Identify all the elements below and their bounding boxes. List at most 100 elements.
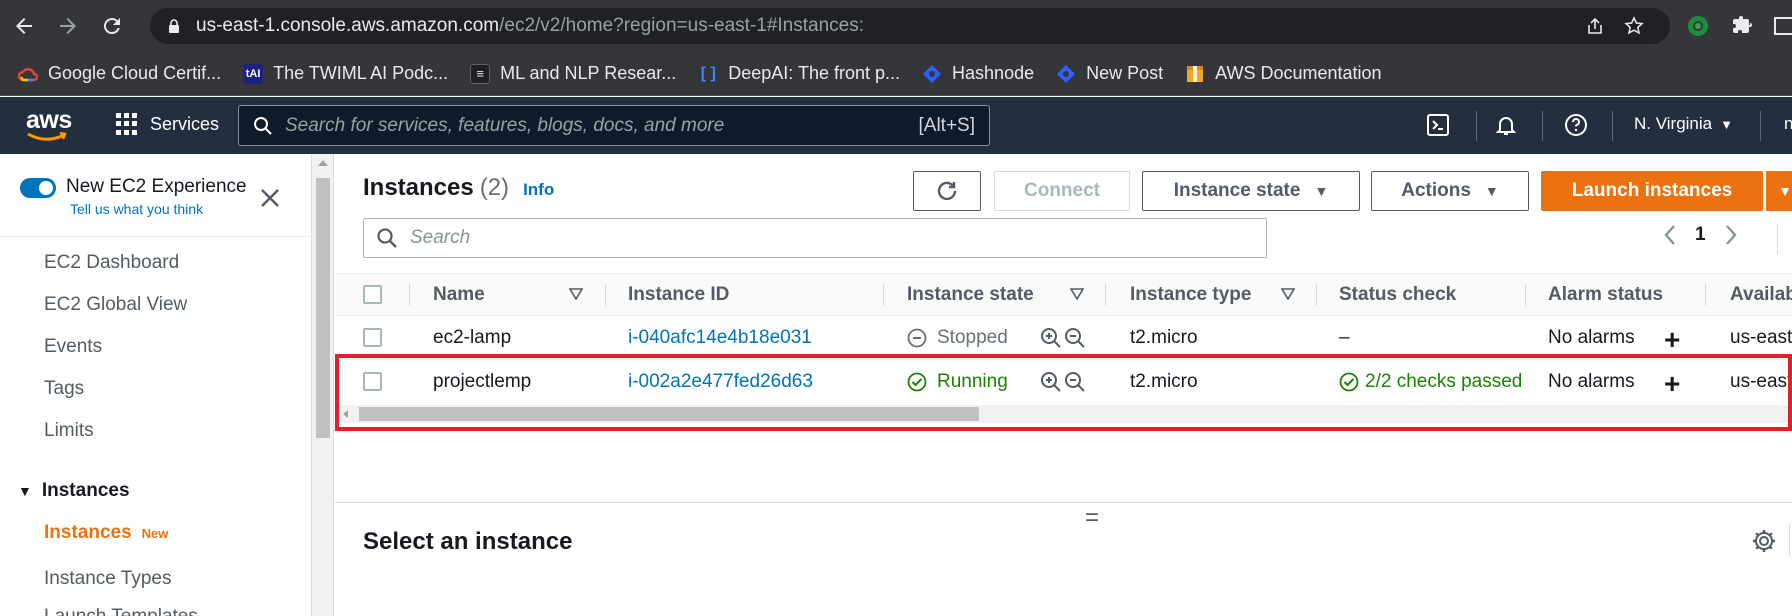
refresh-button[interactable] bbox=[913, 171, 981, 211]
column-header-instance-state[interactable]: Instance state bbox=[907, 284, 1034, 306]
region-selector[interactable]: N. Virginia ▼ bbox=[1634, 114, 1733, 134]
bookmark-label: New Post bbox=[1086, 63, 1164, 83]
search-placeholder: Search bbox=[410, 227, 471, 248]
sidebar-section-instances[interactable]: ▼ Instances bbox=[18, 480, 130, 502]
cloudshell-icon[interactable] bbox=[1424, 111, 1452, 139]
button-label: Actions bbox=[1401, 180, 1471, 201]
aws-docs-icon bbox=[1185, 64, 1205, 84]
bookmark-label: Google Cloud Certif... bbox=[48, 63, 222, 83]
column-header-status-check[interactable]: Status check bbox=[1339, 284, 1456, 306]
resize-handle[interactable]: = bbox=[1085, 506, 1099, 530]
services-menu[interactable]: Services bbox=[116, 113, 219, 135]
gear-icon[interactable] bbox=[1751, 528, 1777, 554]
feedback-link[interactable]: Tell us what you think bbox=[70, 201, 247, 217]
new-experience-toggle[interactable] bbox=[20, 178, 56, 198]
aws-logo-text: aws bbox=[26, 105, 72, 134]
sidebar-scrollbar[interactable] bbox=[312, 154, 334, 616]
bookmark-ml-nlp[interactable]: ≡ ML and NLP Resear... bbox=[470, 63, 676, 84]
pagination: 1 bbox=[1663, 224, 1738, 246]
sidebar-item-ec2-dashboard[interactable]: EC2 Dashboard bbox=[44, 252, 179, 274]
bell-icon[interactable] bbox=[1492, 111, 1520, 139]
ml-nlp-icon: ≡ bbox=[470, 63, 491, 84]
detail-divider bbox=[1789, 524, 1790, 556]
scrollbar-thumb[interactable] bbox=[316, 178, 330, 438]
reload-button[interactable] bbox=[92, 6, 132, 46]
column-header-instance-id[interactable]: Instance ID bbox=[628, 284, 729, 306]
bookmark-label: Hashnode bbox=[952, 63, 1035, 83]
column-header-name[interactable]: Name bbox=[433, 284, 485, 306]
launch-instances-button[interactable]: Launch instances bbox=[1541, 171, 1763, 211]
column-divider bbox=[1316, 284, 1317, 306]
column-divider bbox=[1525, 284, 1526, 306]
instance-id-link[interactable]: i-040afc14e4b18e031 bbox=[628, 327, 812, 349]
chevron-right-icon[interactable] bbox=[1724, 224, 1738, 246]
caret-down-icon: ▼ bbox=[1778, 183, 1792, 199]
connect-button[interactable]: Connect bbox=[994, 171, 1130, 211]
instances-search-input[interactable]: Search bbox=[363, 218, 1267, 258]
account-menu[interactable]: n bbox=[1784, 114, 1792, 134]
aws-logo[interactable]: aws bbox=[24, 106, 72, 146]
sidebar-item-tags[interactable]: Tags bbox=[44, 378, 84, 400]
url-text: us-east-1.console.aws.amazon.com/ec2/v2/… bbox=[196, 15, 864, 37]
sort-icon[interactable] bbox=[1070, 288, 1084, 300]
hashnode-icon bbox=[922, 64, 942, 84]
instance-count: (2) bbox=[479, 174, 510, 201]
add-alarm-icon[interactable]: + bbox=[1664, 324, 1680, 356]
puzzle-icon[interactable] bbox=[1730, 14, 1754, 38]
zoom-in-icon[interactable] bbox=[1040, 327, 1062, 349]
highlight-annotation bbox=[335, 354, 1792, 431]
aws-smile-icon bbox=[27, 131, 67, 141]
column-header-alarm-status[interactable]: Alarm status bbox=[1548, 284, 1663, 306]
arrow-right-icon bbox=[60, 18, 76, 34]
bookmark-label: ML and NLP Resear... bbox=[500, 63, 677, 83]
page-title: Instances (2) Info bbox=[363, 174, 554, 202]
sidebar-item-ec2-global-view[interactable]: EC2 Global View bbox=[44, 294, 187, 316]
actions-button[interactable]: Actions ▼ bbox=[1371, 171, 1529, 211]
chevron-left-icon[interactable] bbox=[1663, 224, 1677, 246]
help-icon[interactable] bbox=[1562, 111, 1590, 139]
bookmarks-bar: Google Cloud Certif... tAI The TWIML AI … bbox=[0, 52, 1792, 96]
bookmark-aws-docs[interactable]: AWS Documentation bbox=[1185, 63, 1382, 84]
sidebar-divider bbox=[0, 236, 311, 237]
bookmark-twiml[interactable]: tAI The TWIML AI Podc... bbox=[243, 63, 448, 84]
sort-icon[interactable] bbox=[569, 288, 583, 300]
sidebar-item-instances[interactable]: Instances New bbox=[44, 522, 168, 544]
back-button[interactable] bbox=[4, 6, 44, 46]
close-icon[interactable] bbox=[258, 186, 282, 210]
header-divider bbox=[1476, 111, 1477, 141]
info-link[interactable]: Info bbox=[523, 180, 554, 199]
caret-down-icon: ▼ bbox=[1314, 183, 1329, 199]
table-header: Name Instance ID Instance state Instance… bbox=[335, 273, 1792, 316]
detail-panel-title: Select an instance bbox=[363, 528, 573, 555]
address-bar[interactable]: us-east-1.console.aws.amazon.com/ec2/v2/… bbox=[150, 8, 1670, 44]
row-checkbox[interactable] bbox=[363, 328, 382, 347]
instance-state-button[interactable]: Instance state ▼ bbox=[1142, 171, 1360, 211]
sidebar-item-limits[interactable]: Limits bbox=[44, 420, 94, 442]
forward-button[interactable] bbox=[48, 6, 88, 46]
new-experience-text: New EC2 Experience Tell us what you thin… bbox=[66, 176, 247, 217]
bookmark-google-cloud[interactable]: Google Cloud Certif... bbox=[18, 63, 221, 84]
sidebar-item-launch-templates[interactable]: Launch Templates bbox=[44, 606, 198, 616]
arrow-left-icon bbox=[16, 18, 32, 34]
launch-dropdown-button[interactable]: ▼ bbox=[1765, 171, 1792, 211]
bookmark-new-post[interactable]: New Post bbox=[1056, 63, 1163, 84]
aws-search-input[interactable]: Search for services, features, blogs, do… bbox=[238, 105, 990, 146]
star-icon[interactable] bbox=[1624, 16, 1644, 36]
window-icon[interactable] bbox=[1772, 14, 1792, 38]
header-divider bbox=[1760, 111, 1761, 141]
page-number[interactable]: 1 bbox=[1695, 224, 1706, 246]
extension-green-icon[interactable] bbox=[1686, 14, 1710, 38]
column-header-instance-type[interactable]: Instance type bbox=[1130, 284, 1251, 306]
column-divider bbox=[883, 284, 884, 306]
select-all-checkbox[interactable] bbox=[363, 285, 382, 304]
zoom-out-icon[interactable] bbox=[1064, 327, 1086, 349]
sidebar-item-events[interactable]: Events bbox=[44, 336, 102, 358]
share-icon[interactable] bbox=[1585, 16, 1605, 36]
sidebar-item-instance-types[interactable]: Instance Types bbox=[44, 568, 171, 590]
scroll-up-arrow[interactable] bbox=[318, 160, 328, 166]
sort-icon[interactable] bbox=[1281, 288, 1295, 300]
reload-icon bbox=[103, 18, 120, 35]
bookmark-hashnode[interactable]: Hashnode bbox=[922, 63, 1034, 84]
column-header-availability-zone[interactable]: Availab bbox=[1730, 284, 1792, 306]
bookmark-deepai[interactable]: [ ] DeepAI: The front p... bbox=[698, 63, 900, 84]
